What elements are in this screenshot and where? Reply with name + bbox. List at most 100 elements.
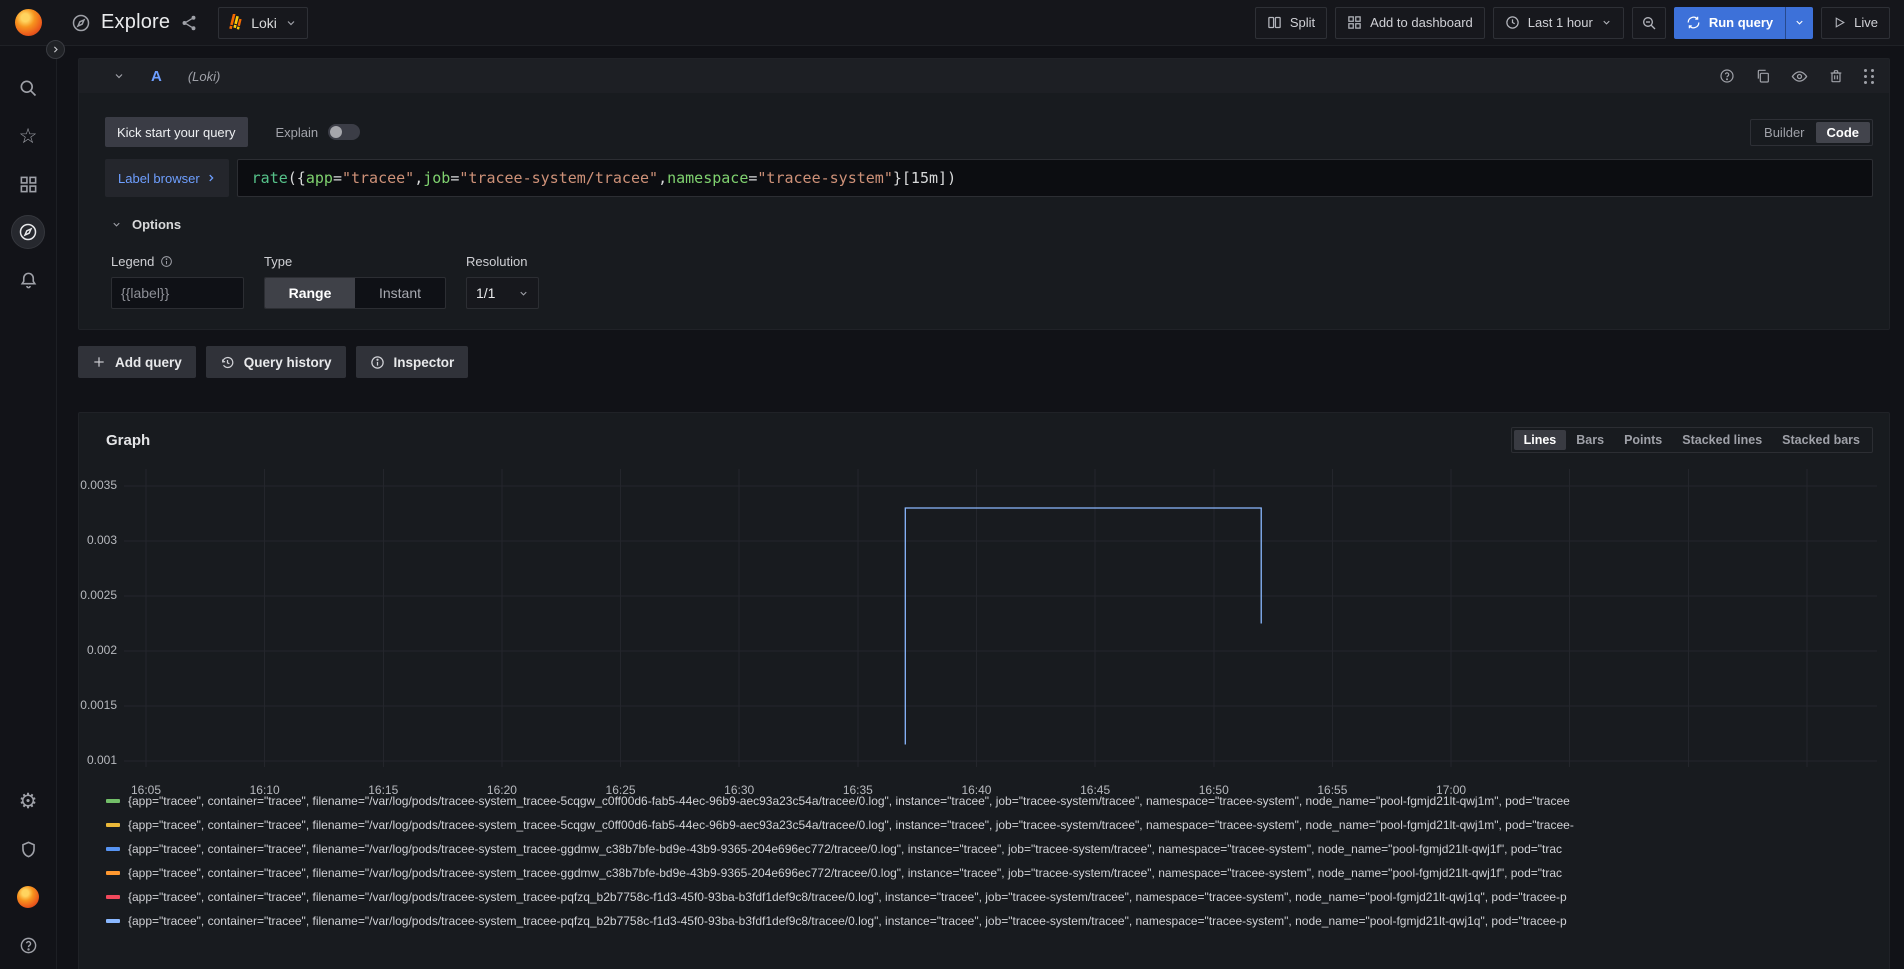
legend-item[interactable]: {app="tracee", container="tracee", filen… <box>106 909 1889 933</box>
sidebar-item-search[interactable] <box>0 64 57 112</box>
chevron-down-icon <box>1794 17 1805 28</box>
editor-mode-toggle: Builder Code <box>1750 119 1873 146</box>
live-button[interactable]: Live <box>1821 7 1890 39</box>
datasource-picker[interactable]: Loki <box>218 7 308 39</box>
sidebar: ☆ ⚙ <box>0 46 57 969</box>
run-query-caret-button[interactable] <box>1785 7 1813 39</box>
add-to-dashboard-button[interactable]: Add to dashboard <box>1335 7 1485 39</box>
search-icon <box>18 78 38 98</box>
legend-label: {app="tracee", container="tracee", filen… <box>128 842 1562 856</box>
legend-swatch <box>106 823 120 827</box>
sidebar-item-admin[interactable] <box>0 825 57 873</box>
y-axis-tick: 0.001 <box>79 753 117 767</box>
legend-label: {app="tracee", container="tracee", filen… <box>128 890 1567 904</box>
time-range-picker[interactable]: Last 1 hour <box>1493 7 1624 39</box>
kick-start-query-button[interactable]: Kick start your query <box>105 117 248 147</box>
avatar <box>17 886 39 908</box>
legend-item[interactable]: {app="tracee", container="tracee", filen… <box>106 885 1889 909</box>
legend-label: {app="tracee", container="tracee", filen… <box>128 818 1574 832</box>
graph-mode-lines[interactable]: Lines <box>1514 430 1567 450</box>
graph-mode-group: LinesBarsPointsStacked linesStacked bars <box>1511 427 1873 453</box>
add-query-label: Add query <box>115 355 182 370</box>
graph-mode-bars[interactable]: Bars <box>1566 430 1614 450</box>
legend-label: {app="tracee", container="tracee", filen… <box>128 914 1567 928</box>
split-button[interactable]: Split <box>1255 7 1327 39</box>
x-axis-tick: 16:45 <box>1071 783 1119 797</box>
split-label: Split <box>1290 15 1315 30</box>
query-expression: rate({app="tracee",job="tracee-system/tr… <box>252 169 956 187</box>
code-mode-button[interactable]: Code <box>1816 122 1871 143</box>
x-axis-tick: 16:40 <box>952 783 1000 797</box>
legend-swatch <box>106 847 120 851</box>
help-circle-icon[interactable] <box>1719 68 1735 84</box>
x-axis-tick: 16:30 <box>715 783 763 797</box>
zoom-out-button[interactable] <box>1632 7 1666 39</box>
legend-item[interactable]: {app="tracee", container="tracee", filen… <box>106 813 1889 837</box>
legend-format-input[interactable] <box>111 277 244 309</box>
info-circle-icon <box>370 355 385 370</box>
options-section-toggle[interactable]: Options <box>111 217 1873 232</box>
type-option-range[interactable]: Range <box>265 278 355 308</box>
shield-icon <box>19 840 38 859</box>
sidebar-item-alerting[interactable] <box>0 256 57 304</box>
datasource-name: Loki <box>251 15 277 31</box>
live-label: Live <box>1854 15 1878 30</box>
grafana-logo[interactable] <box>0 0 57 46</box>
collapse-chevron-icon[interactable] <box>113 70 125 82</box>
label-browser-button[interactable]: Label browser <box>105 159 229 197</box>
resolution-option-label: Resolution <box>466 254 546 269</box>
zoom-out-icon <box>1641 15 1657 31</box>
query-row-header[interactable]: A (Loki) <box>79 59 1889 93</box>
graph-legend: {app="tracee", container="tracee", filen… <box>106 789 1889 933</box>
legend-option-label: Legend <box>111 254 244 269</box>
inspector-button[interactable]: Inspector <box>356 346 469 378</box>
explain-toggle[interactable] <box>328 124 360 140</box>
compass-icon <box>18 222 38 242</box>
x-axis-tick: 16:35 <box>834 783 882 797</box>
label-browser-label: Label browser <box>118 171 200 186</box>
chevron-down-icon <box>285 17 297 29</box>
drag-handle-icon[interactable] <box>1864 69 1875 84</box>
query-history-button[interactable]: Query history <box>206 346 346 378</box>
chart-plot-area[interactable]: 0.00350.0030.00250.0020.00150.00116:0516… <box>79 461 1875 777</box>
legend-swatch <box>106 871 120 875</box>
sidebar-item-starred[interactable]: ☆ <box>0 112 57 160</box>
run-query-button[interactable]: Run query <box>1674 7 1785 39</box>
legend-item[interactable]: {app="tracee", container="tracee", filen… <box>106 837 1889 861</box>
gear-icon: ⚙ <box>19 791 38 812</box>
sidebar-item-help[interactable] <box>0 921 57 969</box>
topbar: Explore Loki Split Add to dashboard Last… <box>0 0 1904 46</box>
eye-icon[interactable] <box>1791 68 1808 85</box>
trash-icon[interactable] <box>1828 68 1844 84</box>
legend-swatch <box>106 919 120 923</box>
sidebar-expand-button[interactable] <box>46 40 65 59</box>
graph-mode-stacked-bars[interactable]: Stacked bars <box>1772 430 1870 450</box>
clock-icon <box>1505 15 1520 30</box>
y-axis-tick: 0.003 <box>79 533 117 547</box>
builder-mode-button[interactable]: Builder <box>1753 122 1815 143</box>
graph-mode-points[interactable]: Points <box>1614 430 1672 450</box>
copy-icon[interactable] <box>1755 68 1771 84</box>
query-code-editor[interactable]: rate({app="tracee",job="tracee-system/tr… <box>237 159 1873 197</box>
sidebar-item-settings[interactable]: ⚙ <box>0 777 57 825</box>
y-axis-tick: 0.002 <box>79 643 117 657</box>
info-circle-icon <box>160 255 173 268</box>
explain-label: Explain <box>276 125 319 140</box>
x-axis-tick: 16:20 <box>478 783 526 797</box>
sidebar-item-explore[interactable] <box>0 208 57 256</box>
apps-icon <box>19 175 38 194</box>
type-option-instant[interactable]: Instant <box>355 278 445 308</box>
resolution-select[interactable]: 1/1 <box>466 277 539 309</box>
plus-icon <box>92 355 106 369</box>
x-axis-tick: 16:10 <box>241 783 289 797</box>
share-icon[interactable] <box>180 14 198 32</box>
sidebar-item-dashboards[interactable] <box>0 160 57 208</box>
graph-mode-stacked-lines[interactable]: Stacked lines <box>1672 430 1772 450</box>
add-query-button[interactable]: Add query <box>78 346 196 378</box>
x-axis-tick: 17:00 <box>1427 783 1475 797</box>
legend-item[interactable]: {app="tracee", container="tracee", filen… <box>106 861 1889 885</box>
grafana-logo-icon <box>15 9 42 36</box>
chevron-down-icon <box>1601 17 1612 28</box>
help-icon <box>19 936 38 955</box>
sidebar-item-profile[interactable] <box>0 873 57 921</box>
